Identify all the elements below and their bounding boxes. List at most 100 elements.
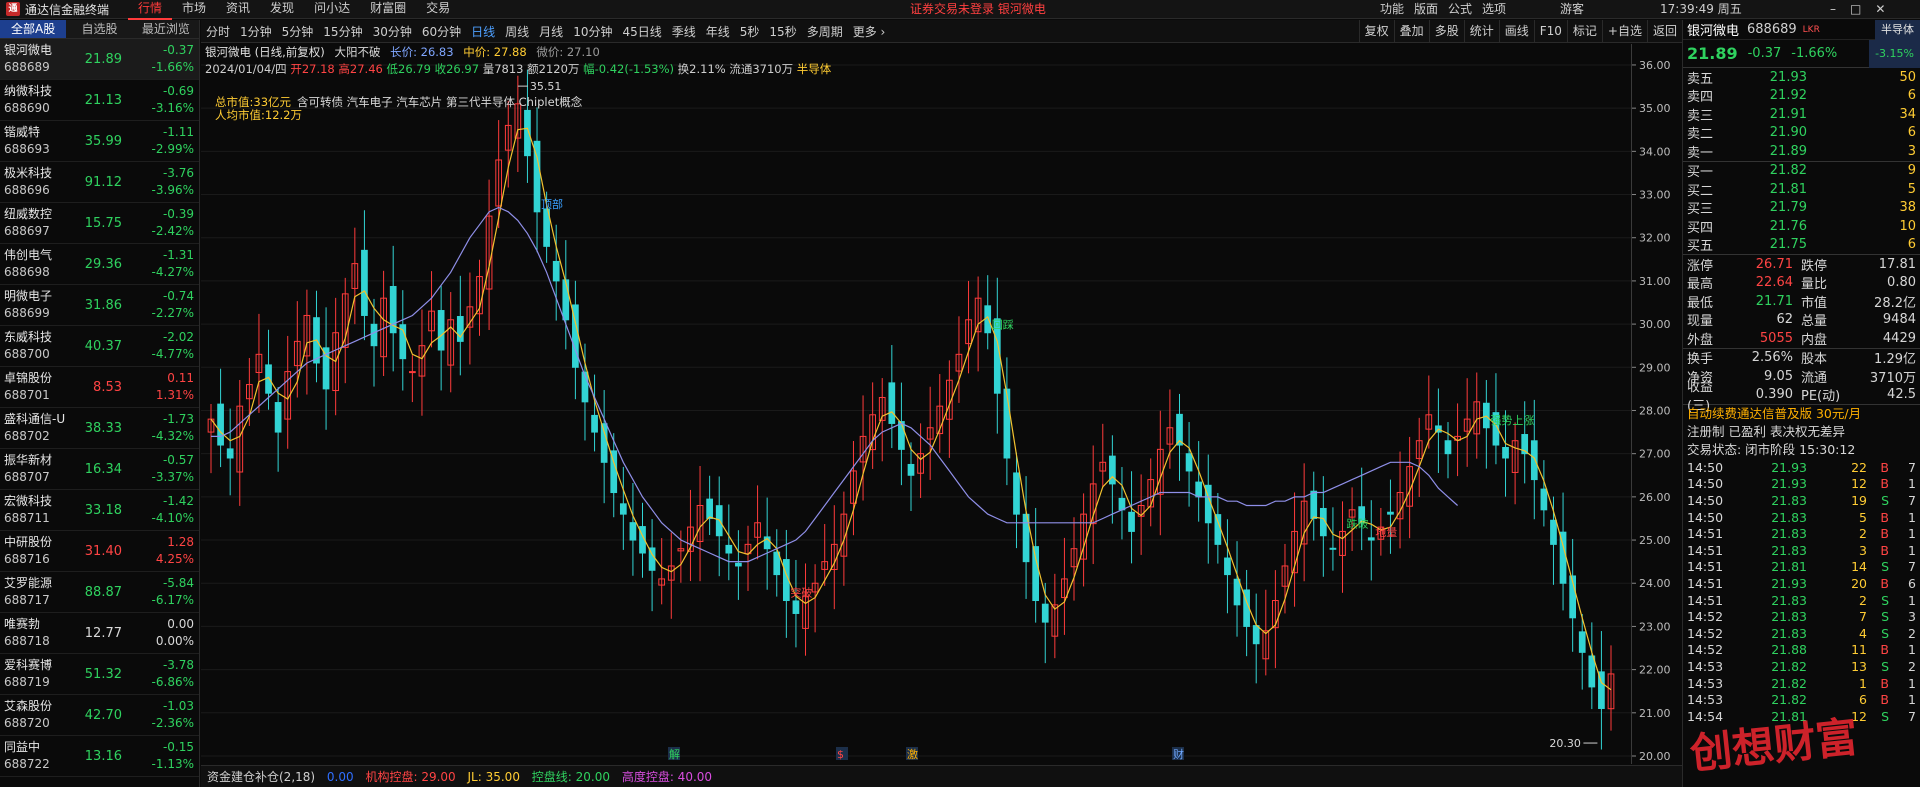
watchlist-row[interactable]: 锴威特 688693 35.99 -1.11 -2.99% — [0, 121, 199, 162]
tool-button[interactable]: 复权 — [1358, 20, 1394, 43]
menu-item[interactable]: 财富圈 — [360, 0, 416, 18]
tick-count: 7 — [1908, 492, 1916, 508]
watchlist-row[interactable]: 伟创电气 688698 29.36 -1.31 -4.27% — [0, 244, 199, 285]
menu-item[interactable]: 市场 — [172, 0, 216, 18]
ask-book: 卖五 21.93 50 卖四 21.92 6 卖三 21.91 34 卖二 21.90 6 卖一 21.8… — [1683, 68, 1920, 162]
stock-change: -0.15 — [162, 740, 194, 754]
stock-name-cell: 振华新材 688707 — [0, 452, 66, 486]
candle-body — [409, 371, 416, 374]
user-label[interactable]: 游客 — [1560, 0, 1584, 19]
menu-item[interactable]: 交易 — [416, 0, 460, 18]
menu-item[interactable]: 行情 — [128, 0, 173, 20]
right-menu-item[interactable]: 版面 — [1414, 2, 1438, 16]
period-tab[interactable]: 更多 › — [848, 23, 891, 40]
kline-svg[interactable]: 总市值:33亿元人均市值:12.2万含可转债 汽车电子 汽车芯片 第三代半导体 … — [201, 44, 1631, 764]
axis-label: 34.00 — [1639, 145, 1671, 158]
tick-volume: 4 — [1859, 625, 1867, 641]
signal-label: 地量 — [1375, 526, 1397, 539]
watchlist-row[interactable]: 盛科通信-U 688702 38.33 -1.73 -4.32% — [0, 408, 199, 449]
tick-price: 21.93 — [1771, 459, 1807, 475]
period-tab[interactable]: 60分钟 — [417, 23, 466, 40]
period-tab[interactable]: 15分钟 — [318, 23, 367, 40]
stock-price: 88.87 — [84, 584, 122, 600]
watchlist-tab[interactable]: 全部A股 — [0, 20, 67, 38]
tick-flag: S — [1881, 592, 1889, 608]
watchlist-row[interactable]: 银河微电 688689 21.89 -0.37 -1.66% — [0, 39, 199, 80]
kline-chart[interactable]: 总市值:33亿元 人均市值:12.2万 含可转债 汽车电子 汽车芯片 第三代半导体 … — [201, 44, 1631, 764]
tick-list[interactable]: 14:50 21.93 22 B 7 14:50 21.93 12 B 1 14:50 21.83 19… — [1683, 459, 1920, 725]
period-tab[interactable]: 日线 — [466, 23, 500, 40]
bar-sector[interactable]: 半导体 — [797, 62, 832, 76]
period-tab[interactable]: 10分钟 — [568, 23, 617, 40]
period-tab[interactable]: 1分钟 — [235, 23, 277, 40]
watchlist-row[interactable]: 中研股份 688716 31.40 1.28 4.25% — [0, 531, 199, 572]
watchlist-row[interactable]: 爱科赛博 688719 51.32 -3.78 -6.86% — [0, 654, 199, 695]
login-notice[interactable]: 证券交易未登录 银河微电 — [910, 0, 1046, 19]
stock-code: 688689 — [1747, 22, 1797, 37]
tool-button[interactable]: 叠加 — [1393, 20, 1429, 43]
right-menu-item[interactable]: 选项 — [1482, 2, 1506, 16]
stock-pct: -3.96% — [151, 183, 194, 197]
watchlist-row[interactable]: 艾森股份 688720 42.70 -1.03 -2.36% — [0, 695, 199, 736]
period-tab[interactable]: 5分钟 — [277, 23, 319, 40]
stats-table: 涨停 26.71 跌停 17.81 最高 22.64 量比 0.80 最低 21.71 市值 28.2… — [1683, 255, 1920, 349]
minimize-icon[interactable]: – — [1830, 2, 1850, 16]
period-tab[interactable]: 分时 — [201, 23, 235, 40]
tick-volume: 2 — [1859, 592, 1867, 608]
period-tab[interactable]: 30分钟 — [368, 23, 417, 40]
stock-code: 688717 — [4, 593, 50, 607]
watchlist-row[interactable]: 卓锦股份 688701 8.53 0.11 1.31% — [0, 367, 199, 408]
period-tab[interactable]: 月线 — [534, 23, 568, 40]
menu-item[interactable]: 资讯 — [216, 0, 260, 18]
tool-button[interactable]: 画线 — [1498, 20, 1534, 43]
close-icon[interactable]: ✕ — [1875, 2, 1899, 16]
ob-label: 卖二 — [1687, 127, 1714, 143]
watchlist-row[interactable]: 纳微科技 688690 21.13 -0.69 -3.16% — [0, 80, 199, 121]
menu-item[interactable]: 问小达 — [304, 0, 360, 18]
tick-time: 14:53 — [1687, 675, 1724, 691]
tool-button[interactable]: F10 — [1533, 20, 1567, 43]
period-tab[interactable]: 年线 — [701, 23, 735, 40]
indicator-name[interactable]: 资金建仓补仓(2,18) — [207, 770, 315, 784]
watchlist-tab[interactable]: 最近浏览 — [133, 20, 199, 38]
maximize-icon[interactable]: □ — [1850, 2, 1875, 16]
tool-button[interactable]: 返回 — [1646, 20, 1682, 43]
finance-row: 换手 2.56% 股本 1.29亿 — [1683, 349, 1920, 367]
period-tab[interactable]: 45日线 — [617, 23, 666, 40]
right-menu-item[interactable]: 功能 — [1380, 2, 1404, 16]
subscription-ad[interactable]: 自动续费通达信普及版 30元/月 — [1683, 405, 1920, 423]
period-tab[interactable]: 5秒 — [735, 23, 765, 40]
watchlist-tab[interactable]: 自选股 — [66, 20, 132, 38]
period-tab[interactable]: 15秒 — [764, 23, 801, 40]
stock-change-cell: 0.11 1.31% — [128, 370, 198, 404]
watchlist-row[interactable]: 同益中 688722 13.16 -0.15 -1.13% — [0, 736, 199, 777]
watchlist-row[interactable]: 宏微科技 688711 33.18 -1.42 -4.10% — [0, 490, 199, 531]
tick-time: 14:53 — [1687, 658, 1724, 674]
tool-button[interactable]: 多股 — [1428, 20, 1464, 43]
quote-panel: 银河微电 688689 LKR 半导体 21.89 -0.37 -1.66% -… — [1682, 19, 1920, 787]
tool-button[interactable]: 标记 — [1566, 20, 1602, 43]
period-tab[interactable]: 周线 — [500, 23, 534, 40]
watchlist-row[interactable]: 振华新材 688707 16.34 -0.57 -3.37% — [0, 449, 199, 490]
tick-flag: B — [1880, 642, 1889, 658]
tick-count: 1 — [1908, 509, 1916, 525]
event-mark: $ — [837, 748, 844, 761]
ob-label: 买四 — [1687, 220, 1714, 236]
tool-button[interactable]: 统计 — [1463, 20, 1499, 43]
right-menu-item[interactable]: 公式 — [1448, 2, 1472, 16]
tool-button[interactable]: +自选 — [1601, 20, 1647, 43]
tick-flag: B — [1880, 692, 1889, 708]
watchlist-row[interactable]: 明微电子 688699 31.86 -0.74 -2.27% — [0, 285, 199, 326]
watchlist-row[interactable]: 艾罗能源 688717 88.87 -5.84 -6.17% — [0, 572, 199, 613]
watchlist-row[interactable]: 纽威数控 688697 15.75 -0.39 -2.42% — [0, 203, 199, 244]
ob-volume: 5 — [1907, 181, 1916, 197]
menu-item[interactable]: 发现 — [260, 0, 304, 18]
sector-badge[interactable]: 半导体 — [1875, 19, 1920, 40]
stock-change: -0.74 — [162, 289, 194, 303]
period-tab[interactable]: 季线 — [667, 23, 701, 40]
concept-label: 含可转债 汽车电子 汽车芯片 第三代半导体 Chiplet概念 — [297, 95, 583, 109]
watchlist-row[interactable]: 东威科技 688700 40.37 -2.02 -4.77% — [0, 326, 199, 367]
watchlist-row[interactable]: 极米科技 688696 91.12 -3.76 -3.96% — [0, 162, 199, 203]
period-tab[interactable]: 多周期 — [802, 23, 848, 40]
watchlist-row[interactable]: 唯赛勃 688718 12.77 0.00 0.00% — [0, 613, 199, 654]
